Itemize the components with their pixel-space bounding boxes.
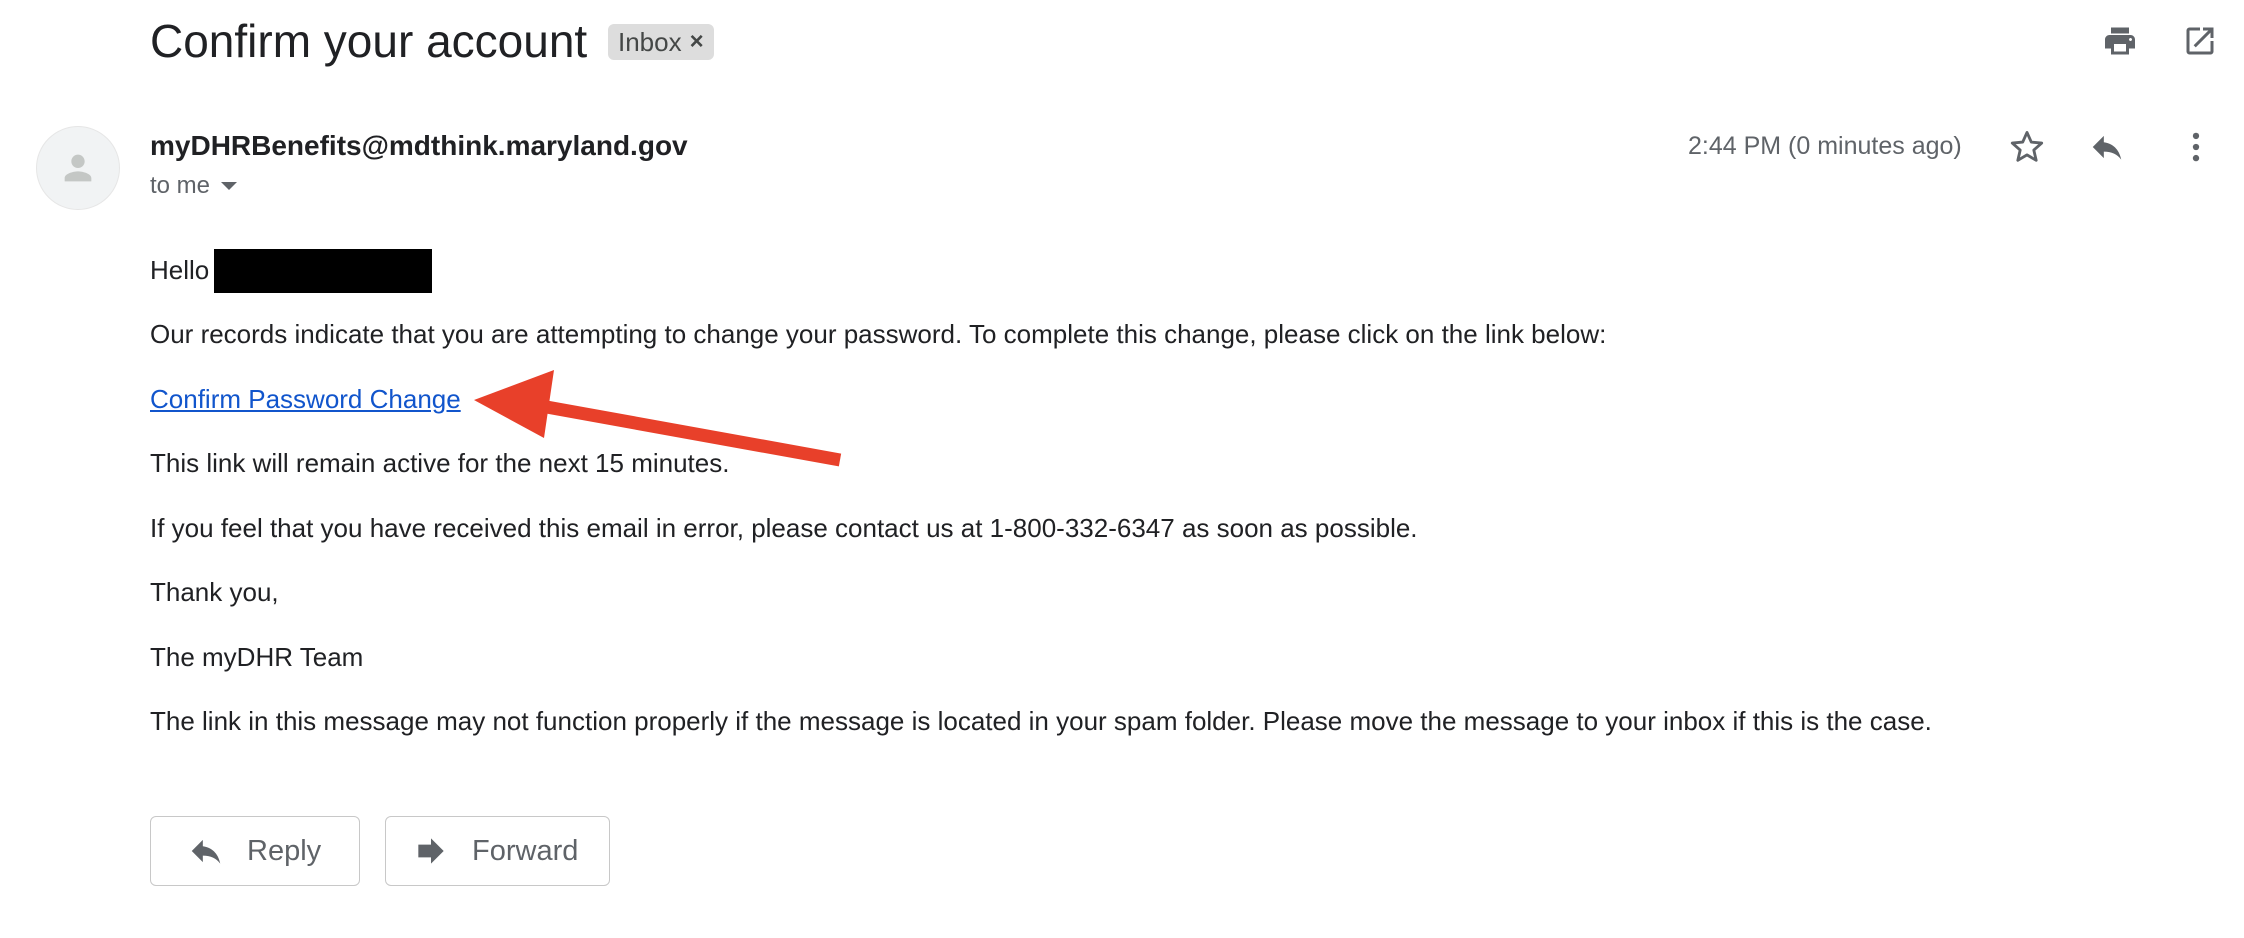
- person-icon: [64, 154, 92, 182]
- body-paragraph-4: Thank you,: [150, 577, 279, 607]
- body-paragraph-6: The link in this message may not functio…: [150, 706, 1932, 736]
- forward-icon: [418, 838, 444, 864]
- star-icon[interactable]: [2003, 123, 2051, 171]
- reply-button[interactable]: Reply: [150, 816, 360, 886]
- more-vert-icon[interactable]: [2172, 123, 2220, 171]
- reply-icon[interactable]: [2083, 123, 2131, 171]
- label-text: Inbox: [618, 26, 682, 57]
- greeting: Hello: [150, 255, 210, 285]
- body-paragraph-5: The myDHR Team: [150, 642, 364, 672]
- print-icon[interactable]: [2096, 17, 2144, 65]
- annotation-arrow: [474, 370, 842, 467]
- sender-avatar: [36, 126, 120, 210]
- remove-label-icon[interactable]: ×: [690, 28, 704, 56]
- open-in-new-window-icon[interactable]: [2176, 17, 2224, 65]
- chevron-down-icon[interactable]: [220, 181, 238, 191]
- email-subject: Confirm your account: [150, 15, 588, 67]
- inbox-label-chip[interactable]: Inbox ×: [608, 24, 714, 60]
- body-paragraph-3: If you feel that you have received this …: [150, 513, 1418, 543]
- reply-icon: [191, 839, 221, 864]
- message-timestamp: 2:44 PM (0 minutes ago): [1688, 132, 1962, 160]
- recipient-details[interactable]: to me: [150, 172, 238, 200]
- confirm-password-change-link[interactable]: Confirm Password Change: [150, 384, 461, 414]
- forward-button[interactable]: Forward: [385, 816, 610, 886]
- reply-button-label: Reply: [247, 834, 322, 867]
- redacted-name: [214, 249, 432, 293]
- body-paragraph-1: Our records indicate that you are attemp…: [150, 319, 1607, 349]
- confirm-link-row: Confirm Password Change: [150, 382, 461, 416]
- recipient-text: to me: [150, 172, 211, 199]
- sender-address[interactable]: myDHRBenefits@mdthink.maryland.gov: [150, 130, 688, 162]
- forward-button-label: Forward: [472, 834, 579, 867]
